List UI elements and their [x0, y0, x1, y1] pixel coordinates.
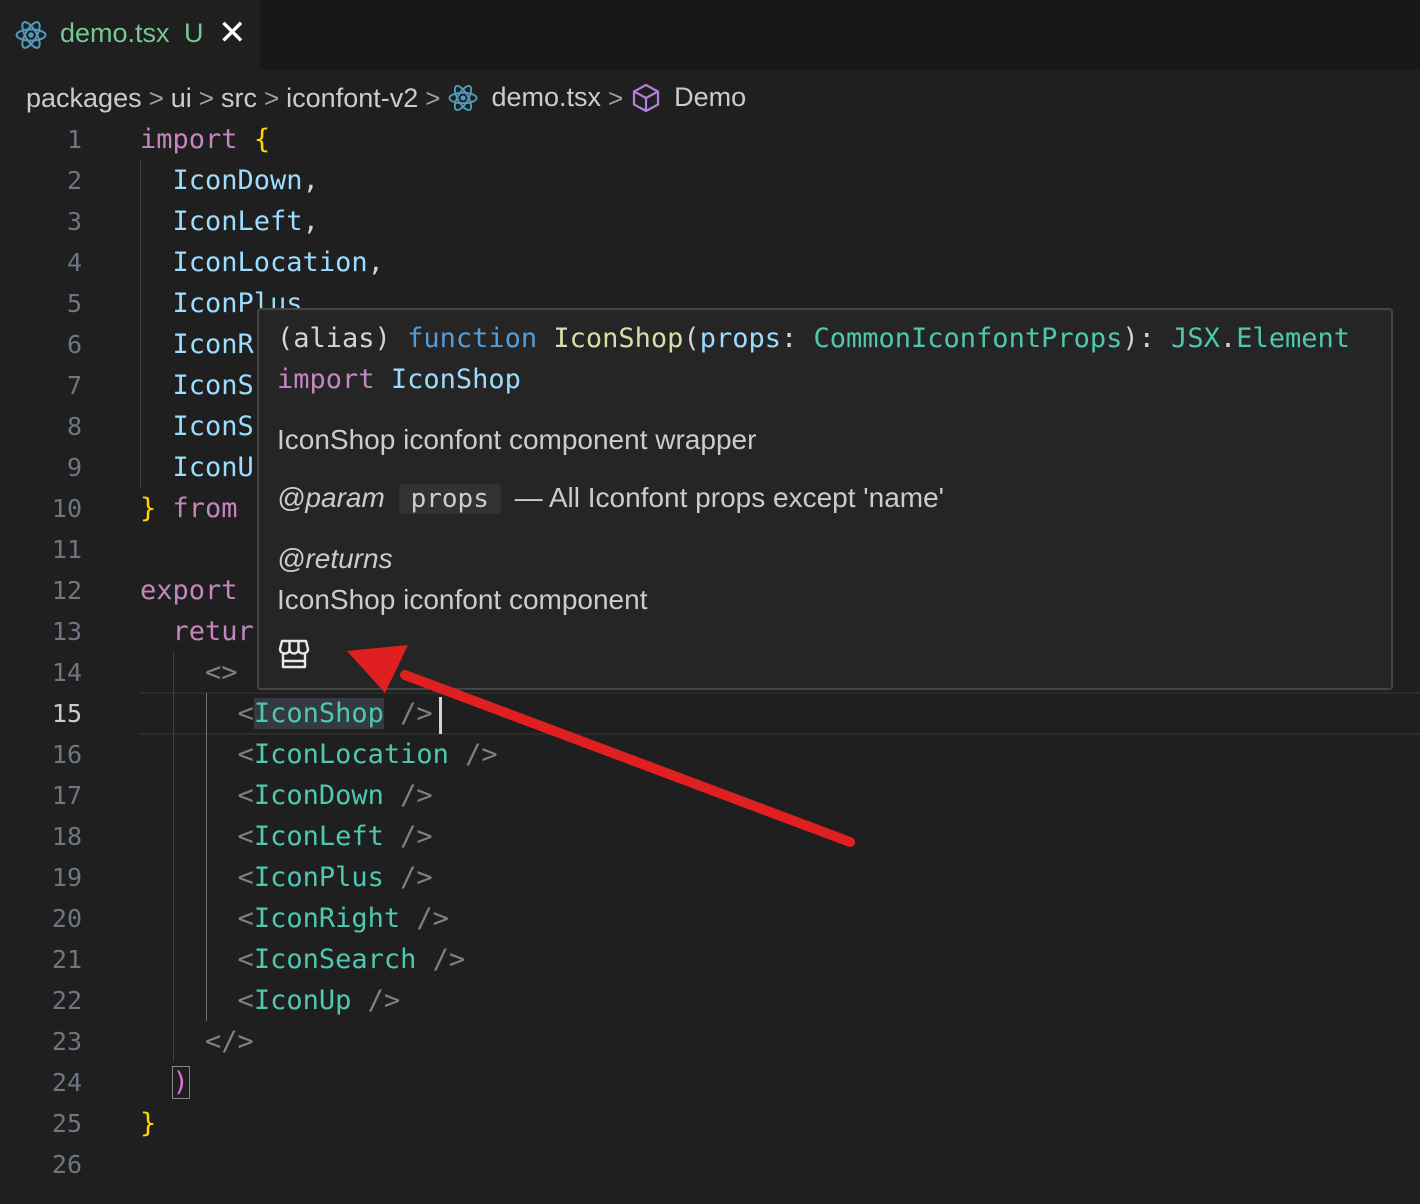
chevron-right-icon: > [263, 82, 280, 113]
close-icon[interactable]: ✕ [218, 14, 247, 52]
breadcrumb-demo-tsx[interactable]: demo.tsx [447, 82, 601, 115]
code-line: 26 [0, 1144, 1420, 1185]
code-text[interactable]: IconDown, [140, 160, 319, 201]
line-number: 17 [51, 781, 82, 810]
line-number: 21 [51, 945, 82, 974]
breadcrumb-demo-label: Demo [674, 81, 747, 112]
line-number: 22 [51, 986, 82, 1015]
line-number: 24 [51, 1068, 82, 1097]
line-number: 18 [51, 822, 82, 851]
breadcrumb-packages[interactable]: packages [26, 83, 142, 114]
code-line: 20 <IconRight /> [0, 898, 1420, 939]
text-cursor [439, 697, 442, 734]
code-text[interactable]: IconLocation, [140, 242, 384, 283]
line-number: 19 [51, 863, 82, 892]
code-text[interactable]: retur [140, 611, 254, 652]
breadcrumb: packages > ui > src > iconfont-v2 > demo… [26, 78, 746, 118]
code-text[interactable]: <IconSearch /> [140, 939, 466, 980]
code-text[interactable]: } from [140, 488, 238, 529]
code-text[interactable]: <IconUp /> [140, 980, 401, 1021]
code-line: 4 IconLocation, [0, 242, 1420, 283]
line-number: 9 [66, 453, 82, 482]
code-text[interactable]: <IconRight /> [140, 898, 449, 939]
chevron-right-icon: > [148, 82, 164, 113]
line-number: 20 [51, 904, 82, 933]
code-line: 25 } [0, 1103, 1420, 1144]
code-text[interactable]: <IconDown /> [140, 775, 433, 816]
line-number: 3 [66, 207, 82, 236]
code-line: 19 <IconPlus /> [0, 857, 1420, 898]
code-text[interactable]: export [140, 570, 238, 611]
tab-filename: demo.tsx [60, 18, 170, 48]
chevron-right-icon: > [198, 82, 214, 113]
line-number: 6 [66, 330, 82, 359]
code-text[interactable]: IconLeft, [140, 201, 319, 242]
hover-import-line: import IconShop [277, 364, 521, 395]
hover-tooltip: (alias) function IconShop(props: CommonI… [257, 308, 1393, 690]
hover-returns-tag: @returns [277, 543, 393, 574]
code-line: 18 <IconLeft /> [0, 816, 1420, 857]
code-line: 22 <IconUp /> [0, 980, 1420, 1021]
code-text[interactable]: <IconLocation /> [140, 734, 498, 775]
hover-signature: (alias) function IconShop(props: CommonI… [277, 323, 1350, 354]
breadcrumb-iconfont-v2[interactable]: iconfont-v2 [286, 83, 418, 114]
tab-demo-tsx[interactable]: demo.tsx U ✕ [0, 0, 260, 70]
breadcrumb-ui[interactable]: ui [171, 83, 192, 114]
code-line: 24 ) [0, 1062, 1420, 1103]
breadcrumb-demo-symbol[interactable]: Demo [630, 82, 746, 115]
code-text[interactable]: IconS [140, 365, 254, 406]
react-icon [448, 85, 478, 112]
code-line: 23 </> [0, 1021, 1420, 1062]
code-text[interactable]: <IconShop /> [140, 693, 433, 734]
react-icon [15, 21, 47, 49]
shop-icon [278, 639, 310, 669]
hover-description: IconShop iconfont component wrapper [277, 424, 757, 455]
code-line: 16 <IconLocation /> [0, 734, 1420, 775]
code-text[interactable]: } [140, 1103, 156, 1144]
line-number: 8 [66, 412, 82, 441]
line-number: 14 [51, 658, 82, 687]
hover-param: @param props — All Iconfont props except… [277, 482, 945, 514]
code-text[interactable]: import { [140, 119, 270, 160]
tab-bar: demo.tsx U ✕ [0, 0, 1420, 70]
line-number: 13 [51, 617, 82, 646]
chevron-right-icon: > [607, 82, 624, 113]
hover-returns-desc: IconShop iconfont component [277, 584, 648, 615]
line-number: 7 [66, 371, 82, 400]
code-line: 17 <IconDown /> [0, 775, 1420, 816]
line-number: 16 [51, 740, 82, 769]
chevron-right-icon: > [425, 82, 441, 113]
line-number: 11 [51, 535, 82, 564]
breadcrumb-demo-tsx-label: demo.tsx [491, 81, 601, 112]
line-number-active: 15 [51, 699, 82, 728]
line-number: 5 [66, 289, 82, 318]
code-line-active: 15 <IconShop /> [0, 693, 1420, 734]
code-line: 1 import { [0, 119, 1420, 160]
code-line: 21 <IconSearch /> [0, 939, 1420, 980]
tab-git-status: U [184, 18, 204, 48]
code-text[interactable]: IconU [140, 447, 254, 488]
code-text[interactable]: ) [140, 1062, 190, 1103]
code-text[interactable]: <IconPlus /> [140, 857, 433, 898]
symbol-module-icon [633, 84, 660, 113]
line-number: 23 [51, 1027, 82, 1056]
breadcrumb-src[interactable]: src [221, 83, 257, 114]
code-text[interactable]: <IconLeft /> [140, 816, 433, 857]
line-number: 25 [51, 1109, 82, 1138]
code-text[interactable]: IconS [140, 406, 254, 447]
line-number: 1 [66, 125, 82, 154]
line-number: 2 [66, 166, 82, 195]
code-text[interactable]: IconR [140, 324, 254, 365]
line-number: 10 [51, 494, 82, 523]
code-line: 3 IconLeft, [0, 201, 1420, 242]
line-number: 4 [66, 248, 82, 277]
code-text[interactable]: <> [140, 652, 238, 693]
line-number: 12 [51, 576, 82, 605]
code-line: 2 IconDown, [0, 160, 1420, 201]
line-number: 26 [51, 1150, 82, 1179]
code-text[interactable]: </> [140, 1021, 254, 1062]
